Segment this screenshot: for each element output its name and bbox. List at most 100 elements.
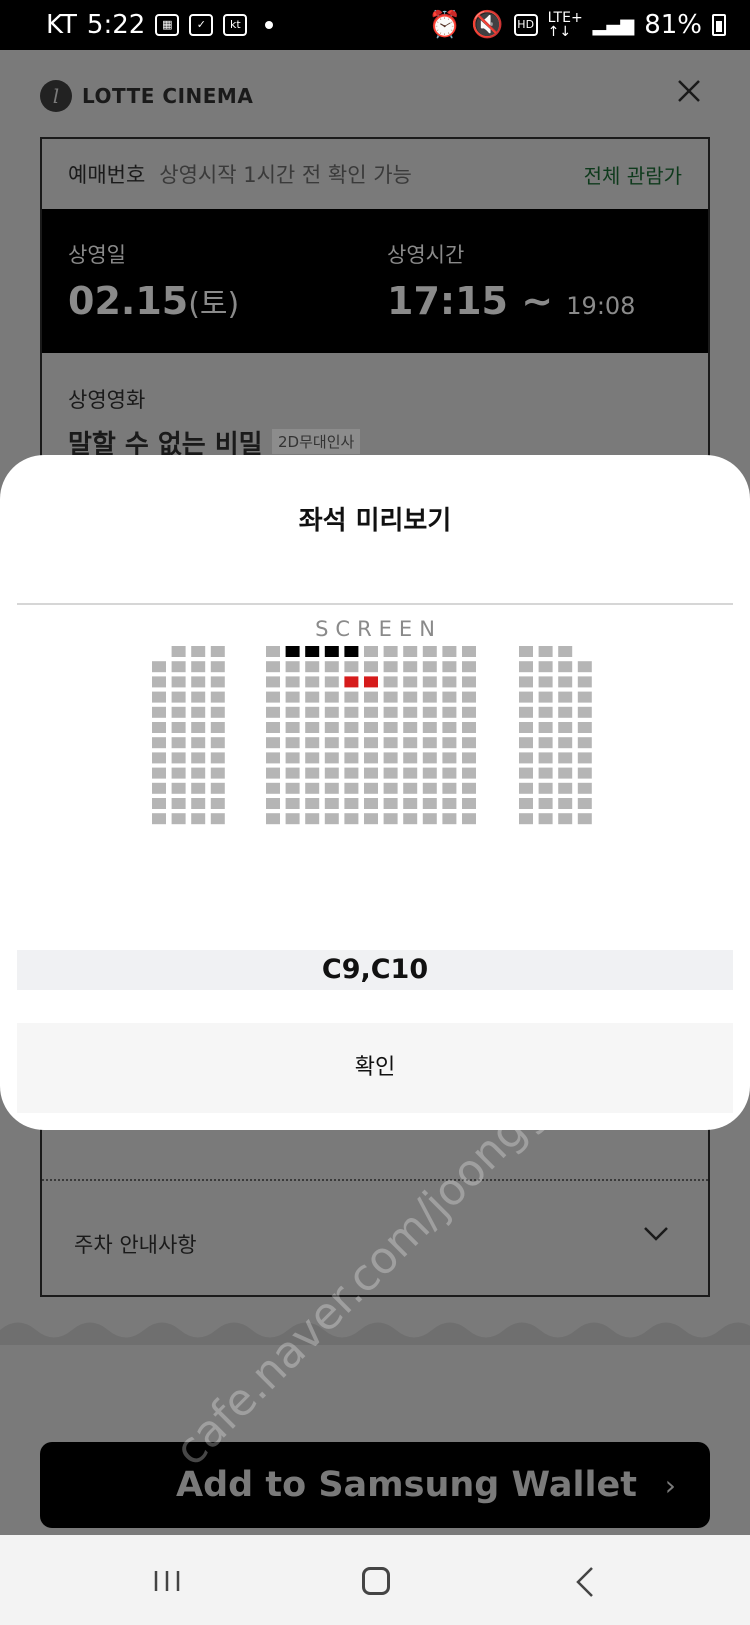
seat (383, 782, 398, 794)
seat (305, 767, 320, 779)
seat (577, 691, 592, 703)
brand-name: LOTTE CINEMA (82, 84, 254, 108)
seat (266, 661, 280, 673)
seat-map (152, 646, 592, 825)
home-icon[interactable] (362, 1567, 390, 1595)
seat (519, 676, 533, 688)
movie-label: 상영영화 (68, 388, 146, 412)
seat (519, 752, 533, 764)
seat (324, 767, 339, 779)
seat (462, 676, 476, 688)
close-icon[interactable] (676, 78, 702, 104)
seat (191, 767, 206, 779)
seat (538, 661, 553, 673)
seat (210, 661, 225, 673)
parking-info-label[interactable]: 주차 안내사항 (74, 1229, 197, 1259)
seat (210, 782, 225, 794)
seat (171, 676, 186, 688)
seat (538, 782, 553, 794)
seat (171, 782, 186, 794)
seat (191, 752, 206, 764)
seat (266, 691, 280, 703)
seat (285, 752, 300, 764)
seat (324, 691, 339, 703)
seat (383, 706, 398, 718)
reservation-note: 상영시작 1시간 전 확인 가능 (159, 163, 412, 187)
seat (538, 646, 553, 657)
seat (558, 691, 573, 703)
seat (442, 661, 457, 673)
seat (210, 706, 225, 718)
seat (403, 706, 418, 718)
seat (442, 676, 457, 688)
seat (266, 798, 280, 809)
seat (538, 722, 553, 733)
wallet-label: Add to Samsung Wallet (176, 1465, 637, 1505)
seat (577, 722, 592, 733)
recent-apps-icon[interactable] (152, 1569, 182, 1593)
seat (152, 752, 166, 764)
seat (383, 722, 398, 733)
chevron-down-icon[interactable] (642, 1224, 670, 1244)
seat (344, 706, 359, 718)
seat (403, 798, 418, 809)
seat (462, 782, 476, 794)
seat (558, 813, 573, 825)
seat (442, 706, 457, 718)
seat (171, 661, 186, 673)
seat (462, 737, 476, 749)
time-label: 상영시간 (387, 243, 465, 267)
seat (171, 737, 186, 749)
seat (305, 782, 320, 794)
seat (422, 813, 437, 825)
seat (364, 706, 378, 718)
seat (152, 691, 166, 703)
seat (558, 798, 573, 809)
back-icon[interactable] (574, 1565, 596, 1599)
seat (538, 767, 553, 779)
seat (364, 767, 378, 779)
seat (191, 782, 206, 794)
seat (210, 737, 225, 749)
seat (191, 813, 206, 825)
seat (266, 767, 280, 779)
seat (210, 722, 225, 733)
add-to-samsung-wallet-button[interactable]: Add to Samsung Wallet › (40, 1442, 710, 1528)
seat (442, 691, 457, 703)
seat (442, 813, 457, 825)
more-notifications-icon (265, 21, 274, 29)
seat (422, 646, 437, 657)
seat (403, 646, 418, 657)
brand-logo: l LOTTE CINEMA (40, 80, 253, 112)
seat (324, 813, 339, 825)
reservation-row: 예매번호 상영시작 1시간 전 확인 가능 전체 관람가 (42, 139, 708, 209)
selected-seat (364, 676, 378, 688)
seat (519, 691, 533, 703)
seat (285, 737, 300, 749)
seat (383, 813, 398, 825)
lotte-logo-icon: l (40, 80, 72, 112)
seat (462, 691, 476, 703)
seat (191, 706, 206, 718)
seat (422, 798, 437, 809)
seat (152, 722, 166, 733)
seat (442, 646, 457, 657)
seat (558, 737, 573, 749)
seat (191, 691, 206, 703)
seat (152, 798, 166, 809)
seat (538, 798, 553, 809)
seat (403, 813, 418, 825)
seat (364, 798, 378, 809)
seat (305, 676, 320, 688)
seat (171, 722, 186, 733)
seat (285, 676, 300, 688)
seat (266, 676, 280, 688)
seat (383, 676, 398, 688)
seat (364, 722, 378, 733)
confirm-button[interactable]: 확인 (17, 1023, 733, 1113)
seat (422, 737, 437, 749)
seat (422, 782, 437, 794)
seat (383, 798, 398, 809)
seat (462, 722, 476, 733)
carrier-label: KT (46, 10, 77, 40)
